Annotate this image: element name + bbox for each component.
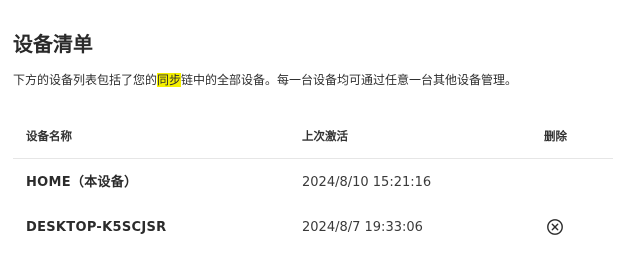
device-name: HOME（本设备） bbox=[26, 175, 138, 190]
device-last-active: 2024/8/10 15:21:16 bbox=[302, 175, 432, 190]
header-device-name: 设备名称 bbox=[26, 129, 72, 143]
table-row: DESKTOP-K5SCJSR 2024/8/7 19:33:06 bbox=[13, 204, 613, 249]
header-last-active: 上次激活 bbox=[302, 129, 348, 143]
header-delete: 删除 bbox=[544, 129, 567, 143]
table-row: HOME（本设备） 2024/8/10 15:21:16 bbox=[13, 159, 613, 204]
device-list-page: 设备清单 下方的设备列表包括了您的同步链中的全部设备。每一台设备均可通过任意一台… bbox=[0, 0, 620, 273]
close-circle-icon bbox=[547, 219, 563, 235]
device-last-active: 2024/8/7 19:33:06 bbox=[302, 220, 423, 235]
description-text-rest: 链中的全部设备。每一台设备均可通过任意一台其他设备管理。 bbox=[181, 73, 518, 87]
device-table: 设备名称 上次激活 删除 HOME（本设备） 2024/8/10 15:21:1… bbox=[13, 114, 613, 249]
description-text: 下方的设备列表包括了您的 bbox=[13, 73, 158, 87]
page-title: 设备清单 bbox=[13, 32, 93, 56]
table-header: 设备名称 上次激活 删除 bbox=[13, 114, 613, 159]
delete-device-button[interactable] bbox=[546, 218, 564, 236]
description-highlight: 同步 bbox=[157, 73, 182, 87]
page-description: 下方的设备列表包括了您的同步链中的全部设备。每一台设备均可通过任意一台其他设备管… bbox=[13, 71, 517, 89]
device-name: DESKTOP-K5SCJSR bbox=[26, 220, 167, 235]
